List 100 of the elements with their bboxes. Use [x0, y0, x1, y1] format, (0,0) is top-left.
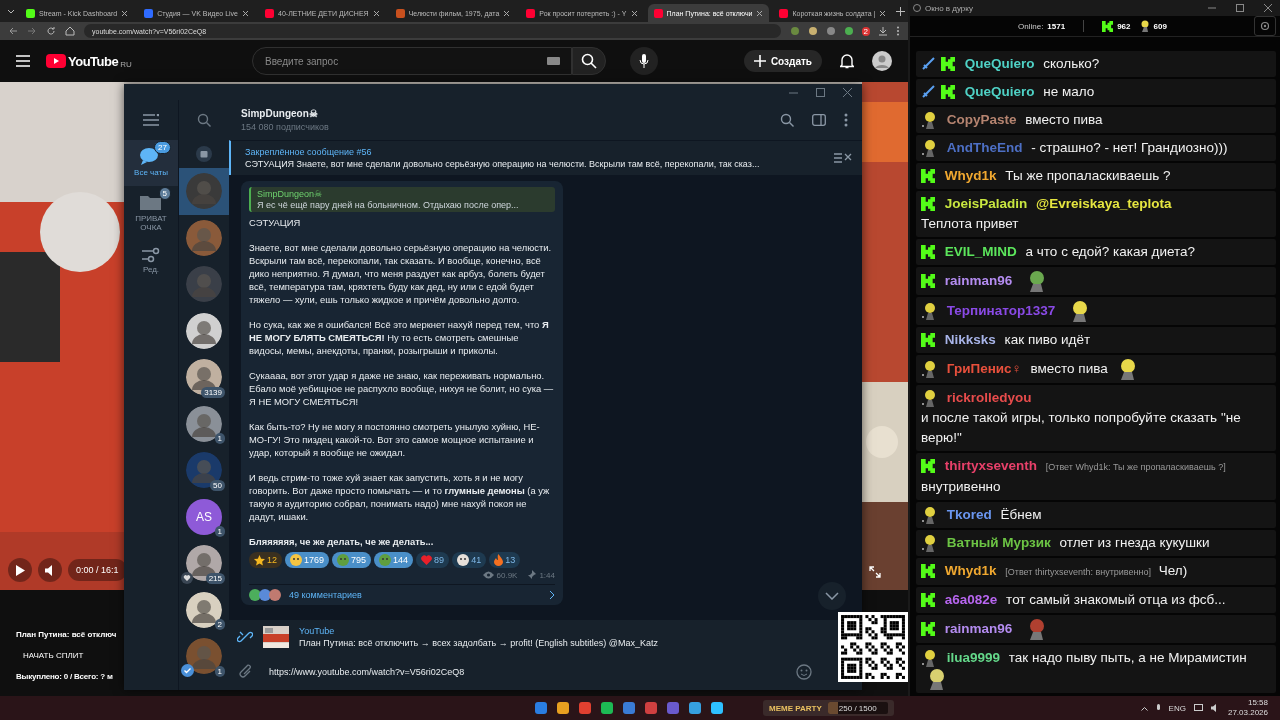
search-field[interactable]: Введите запрос [252, 47, 572, 75]
extension-icon[interactable] [789, 26, 800, 36]
logo-text[interactable]: YouTube [68, 53, 119, 69]
taskbar-icon[interactable] [557, 702, 569, 714]
clock-time[interactable]: 15:58 [1247, 698, 1268, 708]
chat-item[interactable]: 3139 [179, 354, 229, 401]
chevron-up-icon[interactable] [1140, 705, 1148, 711]
search-icon[interactable] [780, 113, 794, 127]
home-icon[interactable] [65, 26, 75, 36]
chat-item[interactable]: 2 [179, 586, 229, 633]
username[interactable]: QueQuiero [964, 56, 1035, 71]
reply-quote[interactable]: SimpDungeon☠ Я ес чё ещё пару дней на больничном. Отдыхаю после опер... [249, 187, 555, 212]
settings-button[interactable] [1254, 16, 1276, 36]
chat-item[interactable]: 1 [179, 400, 229, 447]
close-icon[interactable] [630, 9, 638, 17]
attach-icon[interactable] [239, 664, 253, 680]
reaction-chip[interactable]: 41 [452, 552, 487, 568]
channel-name[interactable]: SimpDungeon☠ [241, 108, 762, 119]
username[interactable]: QueQuiero [964, 84, 1035, 99]
pinned-message-bar[interactable]: Закреплённое сообщение #56 СЭТУАЦИЯ Знаете, вот мне сделали довольно серьёзную операцию на челюсти. Вскрыли там всё, перекопали, так сказ... [229, 140, 862, 175]
folder-tab[interactable]: 27 Все чаты [124, 140, 178, 186]
username[interactable]: Ватный Мурзик [946, 535, 1051, 550]
username[interactable]: rainman96 [944, 620, 1013, 636]
back-icon[interactable] [8, 26, 18, 36]
extension-icon[interactable] [843, 26, 854, 36]
bell-icon[interactable] [840, 53, 854, 69]
taskbar-icon[interactable] [535, 702, 547, 714]
create-button[interactable]: Создать [743, 50, 822, 72]
more-icon[interactable] [896, 26, 900, 36]
reaction-chip[interactable]: 12 [249, 552, 282, 568]
comments-link[interactable]: 49 комментариев [249, 584, 555, 605]
new-tab-icon[interactable] [896, 6, 906, 16]
account-avatar[interactable] [872, 51, 892, 71]
download-icon[interactable] [878, 26, 888, 36]
username[interactable]: rainman96 [944, 272, 1013, 288]
taskbar-icon[interactable] [579, 702, 591, 714]
close-icon[interactable] [503, 9, 511, 17]
username[interactable]: CopyPaste [946, 112, 1017, 127]
more-icon[interactable] [844, 113, 848, 127]
split-button[interactable]: НАЧАТЬ СПЛИТ [23, 651, 84, 660]
volume-button[interactable] [38, 558, 62, 582]
close-icon[interactable] [843, 87, 852, 97]
fullscreen-icon[interactable] [869, 566, 881, 578]
network-icon[interactable] [1193, 704, 1203, 712]
maximize-icon[interactable] [1236, 4, 1244, 12]
search-icon[interactable] [197, 113, 211, 127]
chat-item[interactable]: 1 [179, 633, 229, 680]
scroll-down-button[interactable] [818, 582, 846, 610]
taskbar-icon[interactable] [711, 702, 723, 714]
close-icon[interactable] [242, 9, 249, 17]
maximize-icon[interactable] [816, 87, 825, 97]
taskbar-icon[interactable] [601, 702, 613, 714]
chat-item[interactable]: 50 [179, 447, 229, 494]
reaction-chip[interactable]: 13 [489, 552, 521, 568]
chat-item[interactable]: 215 [179, 540, 229, 587]
username[interactable]: EVIL_MIND [944, 244, 1017, 259]
taskbar-icon[interactable] [645, 702, 657, 714]
mention[interactable]: @Evreiskaya_teplota [1036, 196, 1172, 211]
username[interactable]: AndTheEnd [946, 140, 1023, 155]
username[interactable]: JoeisPaladin [944, 196, 1028, 211]
taskbar-icon[interactable] [623, 702, 635, 714]
username[interactable]: rickrolledyou [946, 390, 1032, 405]
close-icon[interactable] [121, 9, 129, 17]
chat-item[interactable]: AS 1 [179, 493, 229, 540]
forward-icon[interactable] [27, 26, 37, 36]
extension-icon[interactable] [807, 26, 818, 36]
archive-icon[interactable] [196, 146, 212, 162]
reload-icon[interactable] [46, 26, 56, 36]
close-icon[interactable] [372, 9, 380, 17]
emoji-icon [457, 554, 470, 566]
username[interactable]: Nikksks [944, 332, 996, 347]
username[interactable]: Whyd1k [944, 168, 997, 183]
search-button[interactable] [572, 47, 606, 75]
extension-icon[interactable] [825, 26, 836, 36]
microphone-button[interactable] [630, 47, 658, 75]
folder-tab[interactable]: Ред. [124, 240, 178, 283]
reaction-chip[interactable]: 89 [416, 552, 450, 568]
username[interactable]: а6а082е [944, 592, 998, 607]
close-icon[interactable] [879, 9, 887, 17]
microphone-icon[interactable] [1155, 704, 1161, 712]
meme-party-widget[interactable]: MEME PARTY 250 / 1500 [763, 700, 894, 716]
play-icon [15, 564, 25, 576]
message-input[interactable]: https://www.youtube.com/watch?v=V56ri02CeQ8 [267, 666, 782, 678]
pinned-list-icon[interactable] [834, 152, 852, 164]
clock-date[interactable]: 27.03.2026 [1227, 708, 1268, 718]
taskbar-icon[interactable] [667, 702, 679, 714]
username[interactable]: Whyd1k [944, 563, 997, 578]
play-button[interactable] [8, 558, 32, 582]
sidebar-icon[interactable] [812, 114, 826, 126]
username[interactable]: thirtyxseventh [944, 458, 1038, 473]
username[interactable]: Терпинатор1337 [946, 302, 1056, 318]
language-indicator[interactable]: ENG [1168, 703, 1186, 713]
close-icon[interactable] [756, 9, 764, 17]
emoji-icon[interactable] [796, 664, 812, 680]
close-icon[interactable] [1264, 4, 1272, 12]
taskbar-icon[interactable] [689, 702, 701, 714]
username[interactable]: Tkored [946, 507, 992, 522]
username[interactable]: ilua9999 [946, 650, 1001, 665]
username[interactable]: ГриПенис♀ [946, 360, 1022, 376]
folder-tab[interactable]: 5 ПРИВАТ ОЧКА [124, 185, 178, 241]
